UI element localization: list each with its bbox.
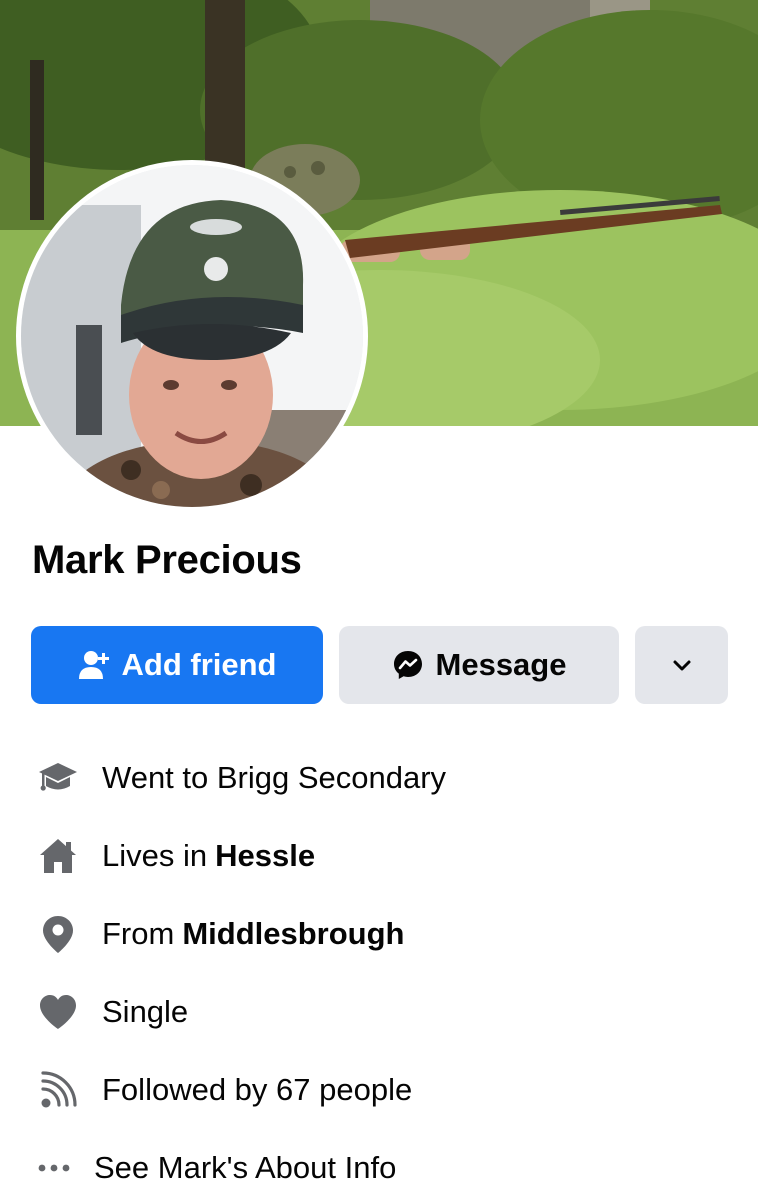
info-education: Went to Brigg Secondary xyxy=(32,748,732,808)
followers-text: Followed by 67 people xyxy=(102,1072,413,1107)
heart-icon xyxy=(32,986,84,1038)
add-friend-label: Add friend xyxy=(121,647,277,682)
lives-in-prefix: Lives in xyxy=(102,838,208,873)
location-pin-icon xyxy=(32,908,84,960)
lives-in-place[interactable]: Hessle xyxy=(215,838,315,874)
about-info-text: See Mark's About Info xyxy=(94,1150,397,1185)
info-lives-in: Lives in Hessle xyxy=(32,826,732,886)
messenger-icon xyxy=(392,649,424,681)
add-friend-button[interactable]: Add friend xyxy=(31,626,323,704)
more-dots-icon xyxy=(32,1142,76,1194)
education-text: Went to Brigg Secondary xyxy=(102,760,447,795)
more-options-button[interactable] xyxy=(635,626,728,704)
message-label: Message xyxy=(435,647,567,682)
info-relationship: Single xyxy=(32,982,732,1042)
from-place[interactable]: Middlesbrough xyxy=(182,916,404,952)
profile-name: Mark Precious xyxy=(32,538,302,582)
home-icon xyxy=(32,830,84,882)
relationship-text: Single xyxy=(102,994,189,1029)
info-from: From Middlesbrough xyxy=(32,904,732,964)
profile-picture[interactable] xyxy=(16,160,368,512)
rss-feed-icon xyxy=(32,1064,84,1116)
chevron-down-icon xyxy=(670,653,694,677)
message-button[interactable]: Message xyxy=(339,626,619,704)
graduation-cap-icon xyxy=(32,752,84,804)
from-prefix: From xyxy=(102,916,175,951)
info-followers[interactable]: Followed by 67 people xyxy=(32,1060,732,1120)
see-about-info-link[interactable]: See Mark's About Info xyxy=(32,1138,732,1198)
profile-picture-image xyxy=(21,165,363,507)
person-add-icon xyxy=(78,649,110,681)
